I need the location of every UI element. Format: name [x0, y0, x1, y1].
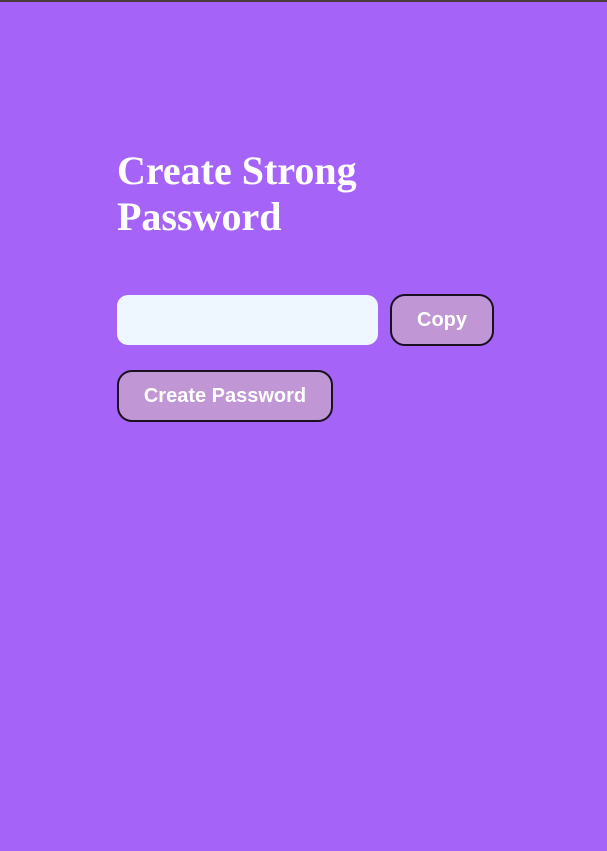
- copy-button[interactable]: Copy: [390, 294, 494, 346]
- password-generator-panel: Create Strong Password Copy Create Passw…: [117, 148, 497, 422]
- password-output-field[interactable]: [117, 295, 378, 345]
- create-password-button[interactable]: Create Password: [117, 370, 333, 422]
- password-row: Copy: [117, 294, 497, 346]
- page-title: Create Strong Password: [117, 148, 357, 239]
